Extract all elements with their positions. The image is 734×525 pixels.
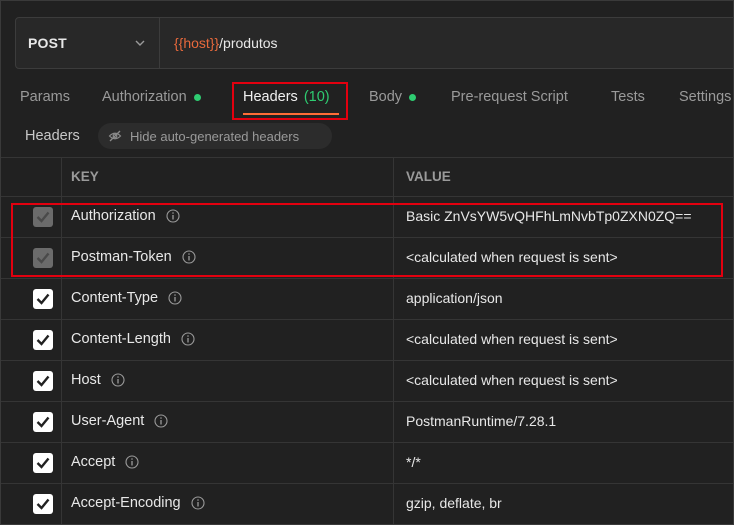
tab-settings[interactable]: Settings — [679, 87, 731, 107]
row-checkbox[interactable] — [33, 494, 53, 514]
header-value[interactable]: <calculated when request is sent> — [406, 331, 618, 347]
toggle-label: Hide auto-generated headers — [130, 128, 300, 144]
table-row: Host <calculated when request is sent> — [1, 361, 733, 402]
column-header-value: VALUE — [406, 169, 451, 184]
column-header-key: KEY — [71, 169, 99, 184]
method-select[interactable]: POST — [16, 18, 160, 68]
headers-section-title: Headers — [25, 128, 80, 144]
highlight-box-auth-rows — [11, 203, 723, 277]
row-checkbox[interactable] — [33, 371, 53, 391]
header-key[interactable]: User-Agent — [71, 413, 168, 429]
table-row: Content-Type application/json — [1, 279, 733, 320]
url-input[interactable]: {{host}}/produtos — [174, 18, 278, 68]
header-value[interactable]: PostmanRuntime/7.28.1 — [406, 413, 556, 429]
method-label: POST — [28, 35, 67, 51]
header-key-text: Accept-Encoding — [71, 495, 181, 511]
header-key-text: Content-Type — [71, 290, 159, 306]
header-key[interactable]: Host — [71, 372, 125, 388]
tab-label: Tests — [611, 89, 645, 105]
postman-request-panel: POST {{host}}/produtos Params Authorizat… — [0, 0, 734, 525]
header-value[interactable]: <calculated when request is sent> — [406, 372, 618, 388]
info-icon[interactable] — [154, 414, 168, 428]
tab-authorization[interactable]: Authorization — [102, 87, 201, 107]
row-checkbox[interactable] — [33, 453, 53, 473]
header-key-text: Host — [71, 372, 101, 388]
row-checkbox[interactable] — [33, 330, 53, 350]
status-dot — [409, 93, 417, 101]
table-header-row: KEY VALUE — [1, 157, 733, 197]
eye-off-icon — [108, 130, 122, 142]
hide-auto-generated-toggle[interactable]: Hide auto-generated headers — [98, 123, 332, 149]
tab-pre-request-script[interactable]: Pre-request Script — [451, 87, 568, 107]
highlight-box-headers-tab — [232, 82, 348, 120]
tab-tests[interactable]: Tests — [611, 87, 645, 107]
header-value[interactable]: application/json — [406, 290, 503, 306]
table-row: Content-Length <calculated when request … — [1, 320, 733, 361]
status-dot — [193, 93, 201, 101]
header-key-text: Accept — [71, 454, 116, 470]
tab-label: Body — [369, 89, 403, 105]
table-row: User-Agent PostmanRuntime/7.28.1 — [1, 402, 733, 443]
chevron-down-icon — [135, 40, 145, 46]
tab-label: Pre-request Script — [451, 89, 568, 105]
tab-params[interactable]: Params — [20, 87, 70, 107]
header-key[interactable]: Content-Type — [71, 290, 182, 306]
table-row: Accept-Encoding gzip, deflate, br — [1, 484, 733, 524]
header-value[interactable]: */* — [406, 454, 421, 470]
header-key[interactable]: Accept-Encoding — [71, 495, 205, 511]
info-icon[interactable] — [191, 496, 205, 510]
info-icon[interactable] — [111, 373, 125, 387]
header-key[interactable]: Accept — [71, 454, 139, 470]
table-row: Accept */* — [1, 443, 733, 484]
url-bar: POST {{host}}/produtos — [15, 17, 733, 69]
header-key-text: Content-Length — [71, 331, 171, 347]
row-checkbox[interactable] — [33, 412, 53, 432]
url-variable: {{host}} — [174, 35, 220, 51]
url-path: /produtos — [219, 35, 278, 51]
header-key[interactable]: Content-Length — [71, 331, 195, 347]
tab-label: Authorization — [102, 89, 187, 105]
info-icon[interactable] — [181, 332, 195, 346]
tab-body[interactable]: Body — [369, 87, 417, 107]
header-key-text: User-Agent — [71, 413, 145, 429]
tab-label: Params — [20, 89, 70, 105]
tab-label: Settings — [679, 89, 732, 105]
row-checkbox[interactable] — [33, 289, 53, 309]
header-value[interactable]: gzip, deflate, br — [406, 495, 502, 511]
info-icon[interactable] — [168, 291, 182, 305]
info-icon[interactable] — [125, 455, 139, 469]
